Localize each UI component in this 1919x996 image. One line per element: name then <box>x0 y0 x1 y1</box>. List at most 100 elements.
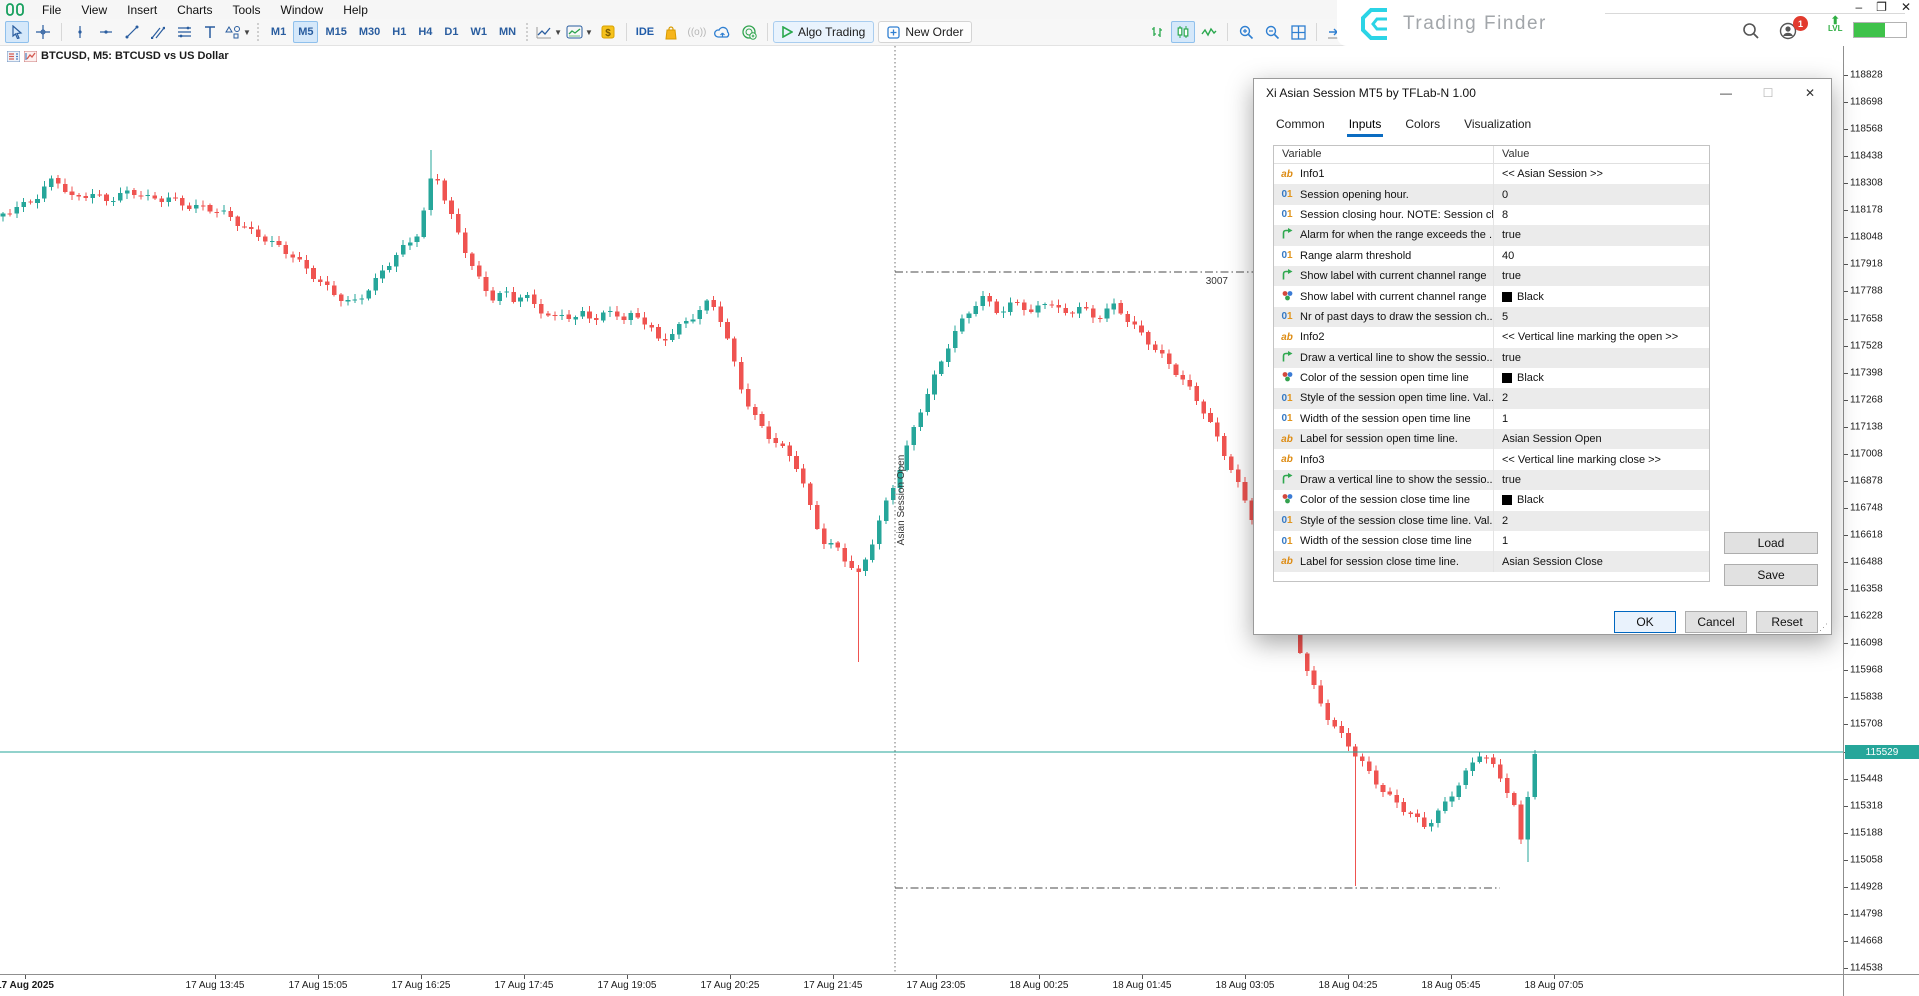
input-value-cell[interactable]: Asian Session Close <box>1494 551 1709 571</box>
dialog-close-button[interactable]: ✕ <box>1789 79 1831 107</box>
timeframe-button-w1[interactable]: W1 <box>465 21 492 43</box>
price-axis[interactable]: 1188281186981185681184381183081181781180… <box>1843 46 1919 974</box>
input-row[interactable]: abLabel for session open time line.Asian… <box>1274 429 1709 449</box>
dialog-tab-inputs[interactable]: Inputs <box>1339 113 1392 137</box>
menu-item-file[interactable]: File <box>32 1 71 19</box>
input-row[interactable]: 01Session opening hour.0 <box>1274 184 1709 204</box>
ide-button[interactable]: IDE <box>633 21 657 43</box>
zoom-out-button[interactable] <box>1260 21 1284 43</box>
cloud-button[interactable] <box>711 21 735 43</box>
input-row[interactable]: 01Width of the session open time line1 <box>1274 409 1709 429</box>
dialog-tab-colors[interactable]: Colors <box>1395 113 1450 137</box>
indicators-button[interactable]: ▼ <box>565 21 594 43</box>
resize-grip[interactable]: ⋰ <box>1819 622 1829 632</box>
input-value-cell[interactable]: << Vertical line marking the open >> <box>1494 327 1709 347</box>
channel-tool-button[interactable] <box>146 21 170 43</box>
cancel-button[interactable]: Cancel <box>1685 611 1747 633</box>
input-value-cell[interactable]: 2 <box>1494 511 1709 531</box>
input-row[interactable]: 01Width of the session close time line1 <box>1274 531 1709 551</box>
ok-button[interactable]: OK <box>1614 611 1676 633</box>
input-value-cell[interactable]: Black <box>1494 368 1709 388</box>
input-value-cell[interactable]: 1 <box>1494 531 1709 551</box>
bar-chart-type-button[interactable] <box>1145 21 1169 43</box>
dialog-tab-common[interactable]: Common <box>1266 113 1335 137</box>
input-value-cell[interactable]: true <box>1494 348 1709 368</box>
dialog-minimize-button[interactable]: — <box>1705 79 1747 107</box>
dialog-titlebar[interactable]: Xi Asian Session MT5 by TFLab-N 1.00 — ☐… <box>1254 79 1831 107</box>
dialog-maximize-button[interactable]: ☐ <box>1747 79 1789 107</box>
input-value-cell[interactable]: true <box>1494 225 1709 245</box>
input-row[interactable]: Color of the session close time lineBlac… <box>1274 490 1709 510</box>
signals-button[interactable]: ((o)) <box>685 21 709 43</box>
community-button[interactable] <box>737 21 761 43</box>
input-value-cell[interactable]: Black <box>1494 286 1709 306</box>
input-value-cell[interactable]: Black <box>1494 490 1709 510</box>
load-button[interactable]: Load <box>1724 532 1818 554</box>
input-row[interactable]: 01Style of the session close time line. … <box>1274 511 1709 531</box>
menu-item-view[interactable]: View <box>71 1 117 19</box>
line-chart-type-button[interactable] <box>1197 21 1221 43</box>
input-row[interactable]: Show label with current channel rangetru… <box>1274 266 1709 286</box>
tile-windows-button[interactable] <box>1286 21 1310 43</box>
window-restore-button[interactable]: ❐ <box>1876 0 1887 14</box>
algo-trading-button[interactable]: Algo Trading <box>773 21 874 43</box>
input-row[interactable]: 01Style of the session open time line. V… <box>1274 388 1709 408</box>
save-button[interactable]: Save <box>1724 564 1818 586</box>
input-row[interactable]: 01Session closing hour. NOTE: Session cl… <box>1274 205 1709 225</box>
input-value-cell[interactable]: 40 <box>1494 246 1709 266</box>
timeframe-button-m5[interactable]: M5 <box>293 21 318 43</box>
reset-button[interactable]: Reset <box>1756 611 1818 633</box>
input-value-cell[interactable]: true <box>1494 470 1709 490</box>
input-value-cell[interactable]: << Asian Session >> <box>1494 164 1709 184</box>
timeframe-button-mn[interactable]: MN <box>494 21 521 43</box>
input-value-cell[interactable]: 8 <box>1494 205 1709 225</box>
new-order-button[interactable]: New Order <box>878 21 972 43</box>
time-axis[interactable]: 17 Aug 202517 Aug 13:4517 Aug 15:0517 Au… <box>0 974 1843 996</box>
input-value-cell[interactable]: Asian Session Open <box>1494 429 1709 449</box>
fibonacci-tool-button[interactable] <box>172 21 196 43</box>
input-row[interactable]: Draw a vertical line to show the sessio.… <box>1274 470 1709 490</box>
input-value-cell[interactable]: 5 <box>1494 307 1709 327</box>
input-row[interactable]: Draw a vertical line to show the sessio.… <box>1274 348 1709 368</box>
input-row[interactable]: abLabel for session close time line.Asia… <box>1274 551 1709 571</box>
input-row[interactable]: abInfo2<< Vertical line marking the open… <box>1274 327 1709 347</box>
chart-type-button[interactable]: ▼ <box>535 21 563 43</box>
window-minimize-button[interactable]: – <box>1855 0 1862 14</box>
candlestick-chart-type-button[interactable] <box>1171 21 1195 43</box>
input-value-cell[interactable]: 1 <box>1494 409 1709 429</box>
crosshair-tool-button[interactable] <box>31 21 55 43</box>
vertical-line-tool-button[interactable] <box>68 21 92 43</box>
zoom-in-button[interactable] <box>1234 21 1258 43</box>
text-tool-button[interactable] <box>198 21 222 43</box>
horizontal-line-tool-button[interactable] <box>94 21 118 43</box>
inputs-table[interactable]: Variable Value abInfo1<< Asian Session >… <box>1273 145 1710 582</box>
input-value-cell[interactable]: 0 <box>1494 184 1709 204</box>
input-row[interactable]: 01Range alarm threshold40 <box>1274 246 1709 266</box>
input-row[interactable]: Color of the session open time lineBlack <box>1274 368 1709 388</box>
market-button[interactable] <box>659 21 683 43</box>
search-icon[interactable] <box>1742 22 1760 40</box>
timeframe-button-h1[interactable]: H1 <box>387 21 411 43</box>
symbols-button[interactable]: $ <box>596 21 620 43</box>
menu-item-help[interactable]: Help <box>333 1 378 19</box>
trendline-tool-button[interactable] <box>120 21 144 43</box>
timeframe-button-h4[interactable]: H4 <box>413 21 437 43</box>
input-row[interactable]: 01Nr of past days to draw the session ch… <box>1274 307 1709 327</box>
notification-badge[interactable]: 1 <box>1793 16 1808 31</box>
timeframe-button-m15[interactable]: M15 <box>320 21 351 43</box>
input-row[interactable]: Show label with current channel rangeBla… <box>1274 286 1709 306</box>
input-row[interactable]: Alarm for when the range exceeds the ...… <box>1274 225 1709 245</box>
input-row[interactable]: abInfo3<< Vertical line marking close >> <box>1274 449 1709 469</box>
timeframe-button-m1[interactable]: M1 <box>266 21 291 43</box>
menu-item-charts[interactable]: Charts <box>167 1 222 19</box>
input-row[interactable]: abInfo1<< Asian Session >> <box>1274 164 1709 184</box>
input-value-cell[interactable]: true <box>1494 266 1709 286</box>
input-value-cell[interactable]: << Vertical line marking close >> <box>1494 449 1709 469</box>
input-value-cell[interactable]: 2 <box>1494 388 1709 408</box>
timeframe-button-d1[interactable]: D1 <box>439 21 463 43</box>
window-close-button[interactable]: ✕ <box>1901 0 1911 14</box>
cursor-tool-button[interactable] <box>5 21 29 43</box>
timeframe-button-m30[interactable]: M30 <box>354 21 385 43</box>
shapes-tool-button[interactable]: ▼ <box>224 21 252 43</box>
menu-item-window[interactable]: Window <box>271 1 334 19</box>
